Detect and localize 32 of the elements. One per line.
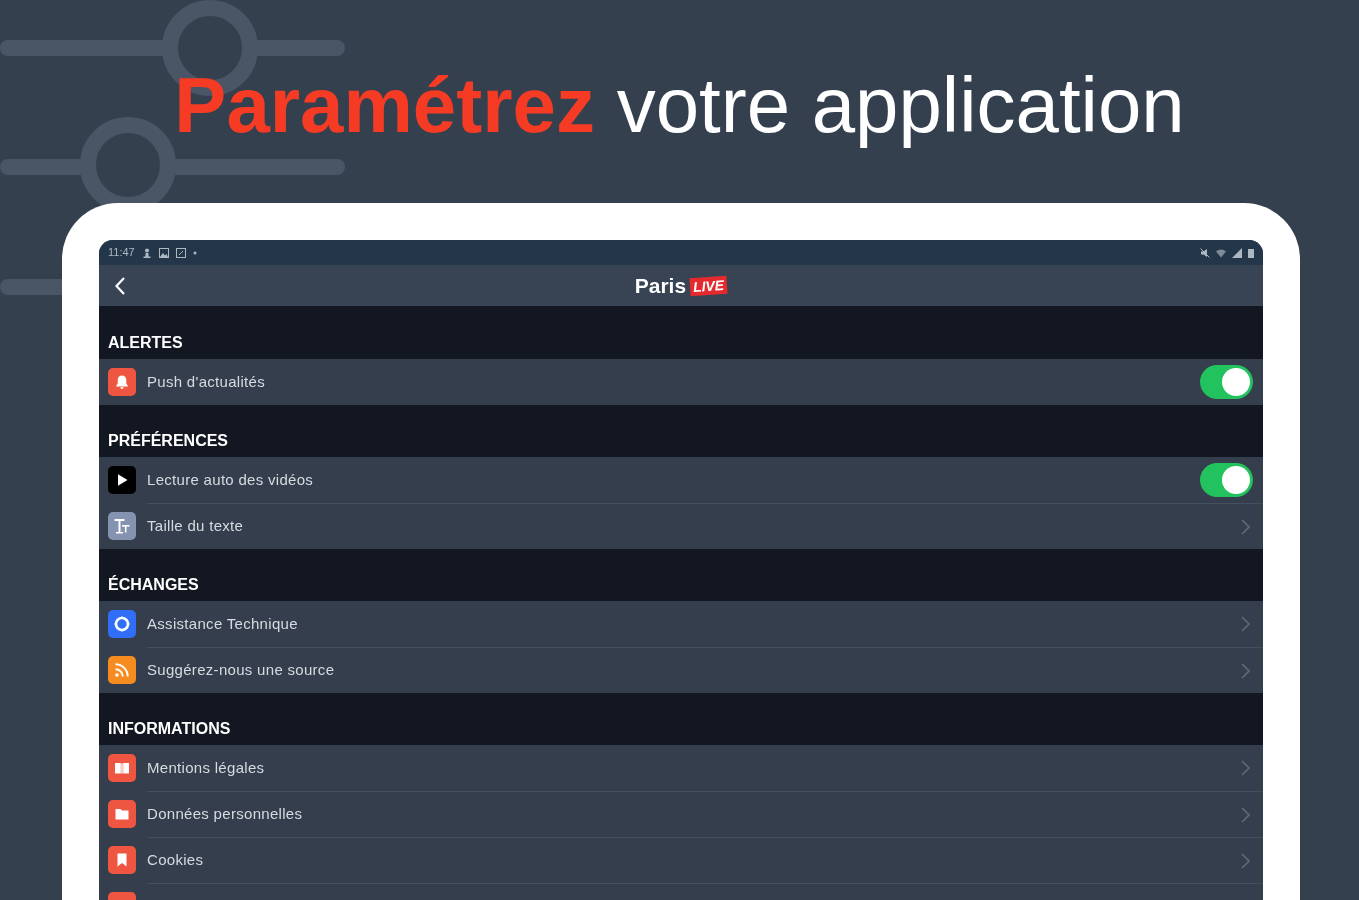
setting-label: Lecture auto des vidéos	[147, 469, 314, 490]
battery-icon	[1248, 247, 1254, 258]
toggle-switch[interactable]	[1200, 463, 1253, 497]
status-time: 11:47	[108, 245, 135, 261]
setting-label: Taille du texte	[147, 516, 244, 537]
chevron-right-icon	[1241, 852, 1250, 869]
setting-label: Cookies	[147, 850, 204, 871]
section-title: ALERTES	[108, 335, 183, 351]
section-title: ÉCHANGES	[108, 577, 199, 593]
setting-label: Push d'actualités	[147, 371, 266, 392]
section-title: PRÉFÉRENCES	[108, 433, 229, 449]
back-icon[interactable]	[115, 277, 125, 295]
section-title: INFORMATIONS	[108, 721, 231, 737]
person-icon	[141, 247, 152, 258]
image-icon	[158, 247, 169, 258]
toggle-switch[interactable]	[1200, 365, 1253, 399]
logo-badge: LIVE	[689, 275, 728, 296]
headline: Paramétrez votre application	[174, 66, 1185, 151]
chevron-right-icon	[1241, 518, 1250, 535]
setting-label: Données personnelles	[147, 804, 303, 825]
setting-label: Assistance Technique	[147, 613, 298, 634]
chevron-right-icon	[1241, 662, 1250, 679]
setting-label: Suggérez-nous une source	[147, 660, 335, 681]
wifi-icon	[1216, 247, 1226, 258]
screenshot-icon	[175, 247, 186, 258]
chevron-right-icon	[1241, 616, 1250, 632]
mute-icon	[1200, 247, 1210, 258]
signal-icon	[1232, 247, 1242, 258]
setting-label: Mentions légales	[147, 757, 265, 778]
logo-text: Paris	[634, 272, 687, 299]
chevron-right-icon	[1241, 760, 1250, 776]
chevron-right-icon	[1241, 806, 1250, 823]
